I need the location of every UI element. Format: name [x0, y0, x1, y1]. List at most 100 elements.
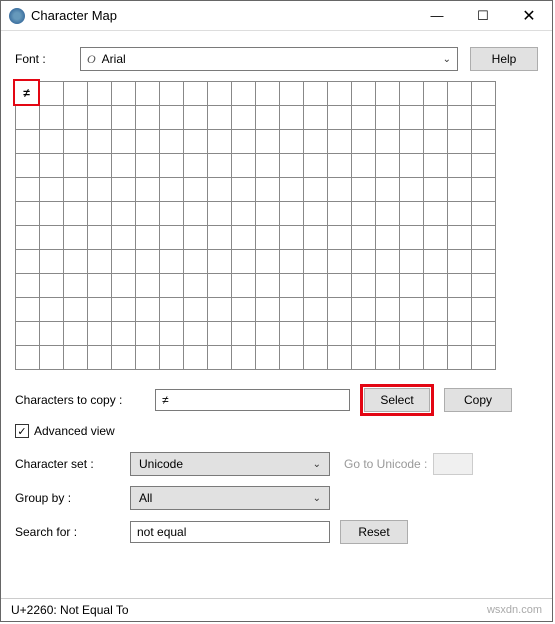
font-dropdown[interactable]: O Arial ⌄: [80, 47, 458, 71]
grid-cell[interactable]: [256, 82, 280, 106]
grid-cell[interactable]: [472, 226, 496, 250]
grid-cell[interactable]: [472, 82, 496, 106]
grid-cell[interactable]: [232, 106, 256, 130]
grid-cell[interactable]: [208, 202, 232, 226]
grid-cell[interactable]: [232, 82, 256, 106]
grid-cell[interactable]: [304, 346, 328, 370]
grid-cell[interactable]: [232, 130, 256, 154]
grid-cell[interactable]: [232, 202, 256, 226]
grid-cell[interactable]: [40, 106, 64, 130]
grid-cell[interactable]: [16, 274, 40, 298]
grid-cell[interactable]: [352, 274, 376, 298]
grid-cell[interactable]: [352, 154, 376, 178]
grid-cell[interactable]: [16, 250, 40, 274]
grid-cell[interactable]: [472, 178, 496, 202]
grid-cell[interactable]: [184, 322, 208, 346]
grid-cell[interactable]: [232, 250, 256, 274]
grid-cell[interactable]: [328, 250, 352, 274]
grid-cell[interactable]: [208, 322, 232, 346]
grid-cell[interactable]: [376, 250, 400, 274]
grid-cell[interactable]: [64, 346, 88, 370]
grid-cell[interactable]: [40, 178, 64, 202]
grid-cell[interactable]: [88, 298, 112, 322]
grid-cell[interactable]: [328, 298, 352, 322]
grid-cell[interactable]: [16, 322, 40, 346]
grid-cell[interactable]: [400, 82, 424, 106]
charset-dropdown[interactable]: Unicode ⌄: [130, 452, 330, 476]
grid-cell[interactable]: [448, 178, 472, 202]
grid-cell[interactable]: [160, 82, 184, 106]
grid-cell[interactable]: [208, 130, 232, 154]
grid-cell[interactable]: [112, 226, 136, 250]
grid-cell[interactable]: [352, 82, 376, 106]
grid-cell[interactable]: [376, 322, 400, 346]
grid-cell[interactable]: [472, 202, 496, 226]
grid-cell[interactable]: [376, 82, 400, 106]
grid-cell[interactable]: [328, 202, 352, 226]
grid-cell[interactable]: [328, 274, 352, 298]
grid-cell[interactable]: [328, 130, 352, 154]
grid-cell[interactable]: [424, 154, 448, 178]
grid-cell[interactable]: [304, 178, 328, 202]
grid-cell[interactable]: [40, 274, 64, 298]
grid-cell[interactable]: [376, 154, 400, 178]
grid-cell[interactable]: [88, 346, 112, 370]
grid-cell[interactable]: [304, 106, 328, 130]
grid-cell[interactable]: [304, 154, 328, 178]
grid-cell[interactable]: [136, 130, 160, 154]
grid-cell[interactable]: [424, 178, 448, 202]
grid-cell[interactable]: [256, 154, 280, 178]
grid-cell[interactable]: [64, 322, 88, 346]
grid-cell[interactable]: [280, 202, 304, 226]
grid-cell[interactable]: [256, 178, 280, 202]
grid-cell[interactable]: [184, 106, 208, 130]
groupby-dropdown[interactable]: All ⌄: [130, 486, 330, 510]
grid-cell[interactable]: [424, 274, 448, 298]
grid-cell[interactable]: [448, 82, 472, 106]
grid-cell[interactable]: [376, 178, 400, 202]
grid-cell[interactable]: [64, 274, 88, 298]
grid-cell[interactable]: [160, 250, 184, 274]
close-button[interactable]: ✕: [506, 1, 552, 30]
reset-button[interactable]: Reset: [340, 520, 408, 544]
grid-cell[interactable]: [160, 178, 184, 202]
help-button[interactable]: Help: [470, 47, 538, 71]
grid-cell[interactable]: [88, 274, 112, 298]
grid-cell[interactable]: [448, 106, 472, 130]
grid-cell[interactable]: [16, 106, 40, 130]
grid-cell[interactable]: [280, 346, 304, 370]
grid-cell[interactable]: [40, 226, 64, 250]
grid-cell[interactable]: [376, 298, 400, 322]
grid-cell[interactable]: [280, 298, 304, 322]
grid-cell[interactable]: [232, 322, 256, 346]
grid-cell[interactable]: [424, 346, 448, 370]
grid-cell[interactable]: [280, 82, 304, 106]
grid-cell[interactable]: [256, 322, 280, 346]
copy-button[interactable]: Copy: [444, 388, 512, 412]
grid-cell[interactable]: [352, 202, 376, 226]
grid-cell[interactable]: [400, 226, 424, 250]
grid-cell[interactable]: [40, 250, 64, 274]
grid-cell[interactable]: [280, 250, 304, 274]
grid-cell[interactable]: [424, 250, 448, 274]
grid-cell[interactable]: [112, 130, 136, 154]
grid-cell[interactable]: [112, 82, 136, 106]
grid-cell[interactable]: [256, 226, 280, 250]
grid-cell[interactable]: [160, 274, 184, 298]
grid-cell[interactable]: [232, 298, 256, 322]
grid-cell[interactable]: [472, 346, 496, 370]
grid-cell[interactable]: [136, 82, 160, 106]
grid-cell[interactable]: [472, 322, 496, 346]
grid-cell[interactable]: [424, 202, 448, 226]
grid-cell[interactable]: [184, 202, 208, 226]
grid-cell[interactable]: [64, 298, 88, 322]
grid-cell[interactable]: [256, 274, 280, 298]
grid-cell[interactable]: [112, 202, 136, 226]
grid-cell[interactable]: [64, 130, 88, 154]
character-grid[interactable]: [15, 81, 496, 370]
grid-cell[interactable]: [136, 322, 160, 346]
grid-cell[interactable]: [400, 202, 424, 226]
grid-cell[interactable]: [64, 202, 88, 226]
grid-cell[interactable]: [472, 250, 496, 274]
grid-cell[interactable]: [400, 250, 424, 274]
